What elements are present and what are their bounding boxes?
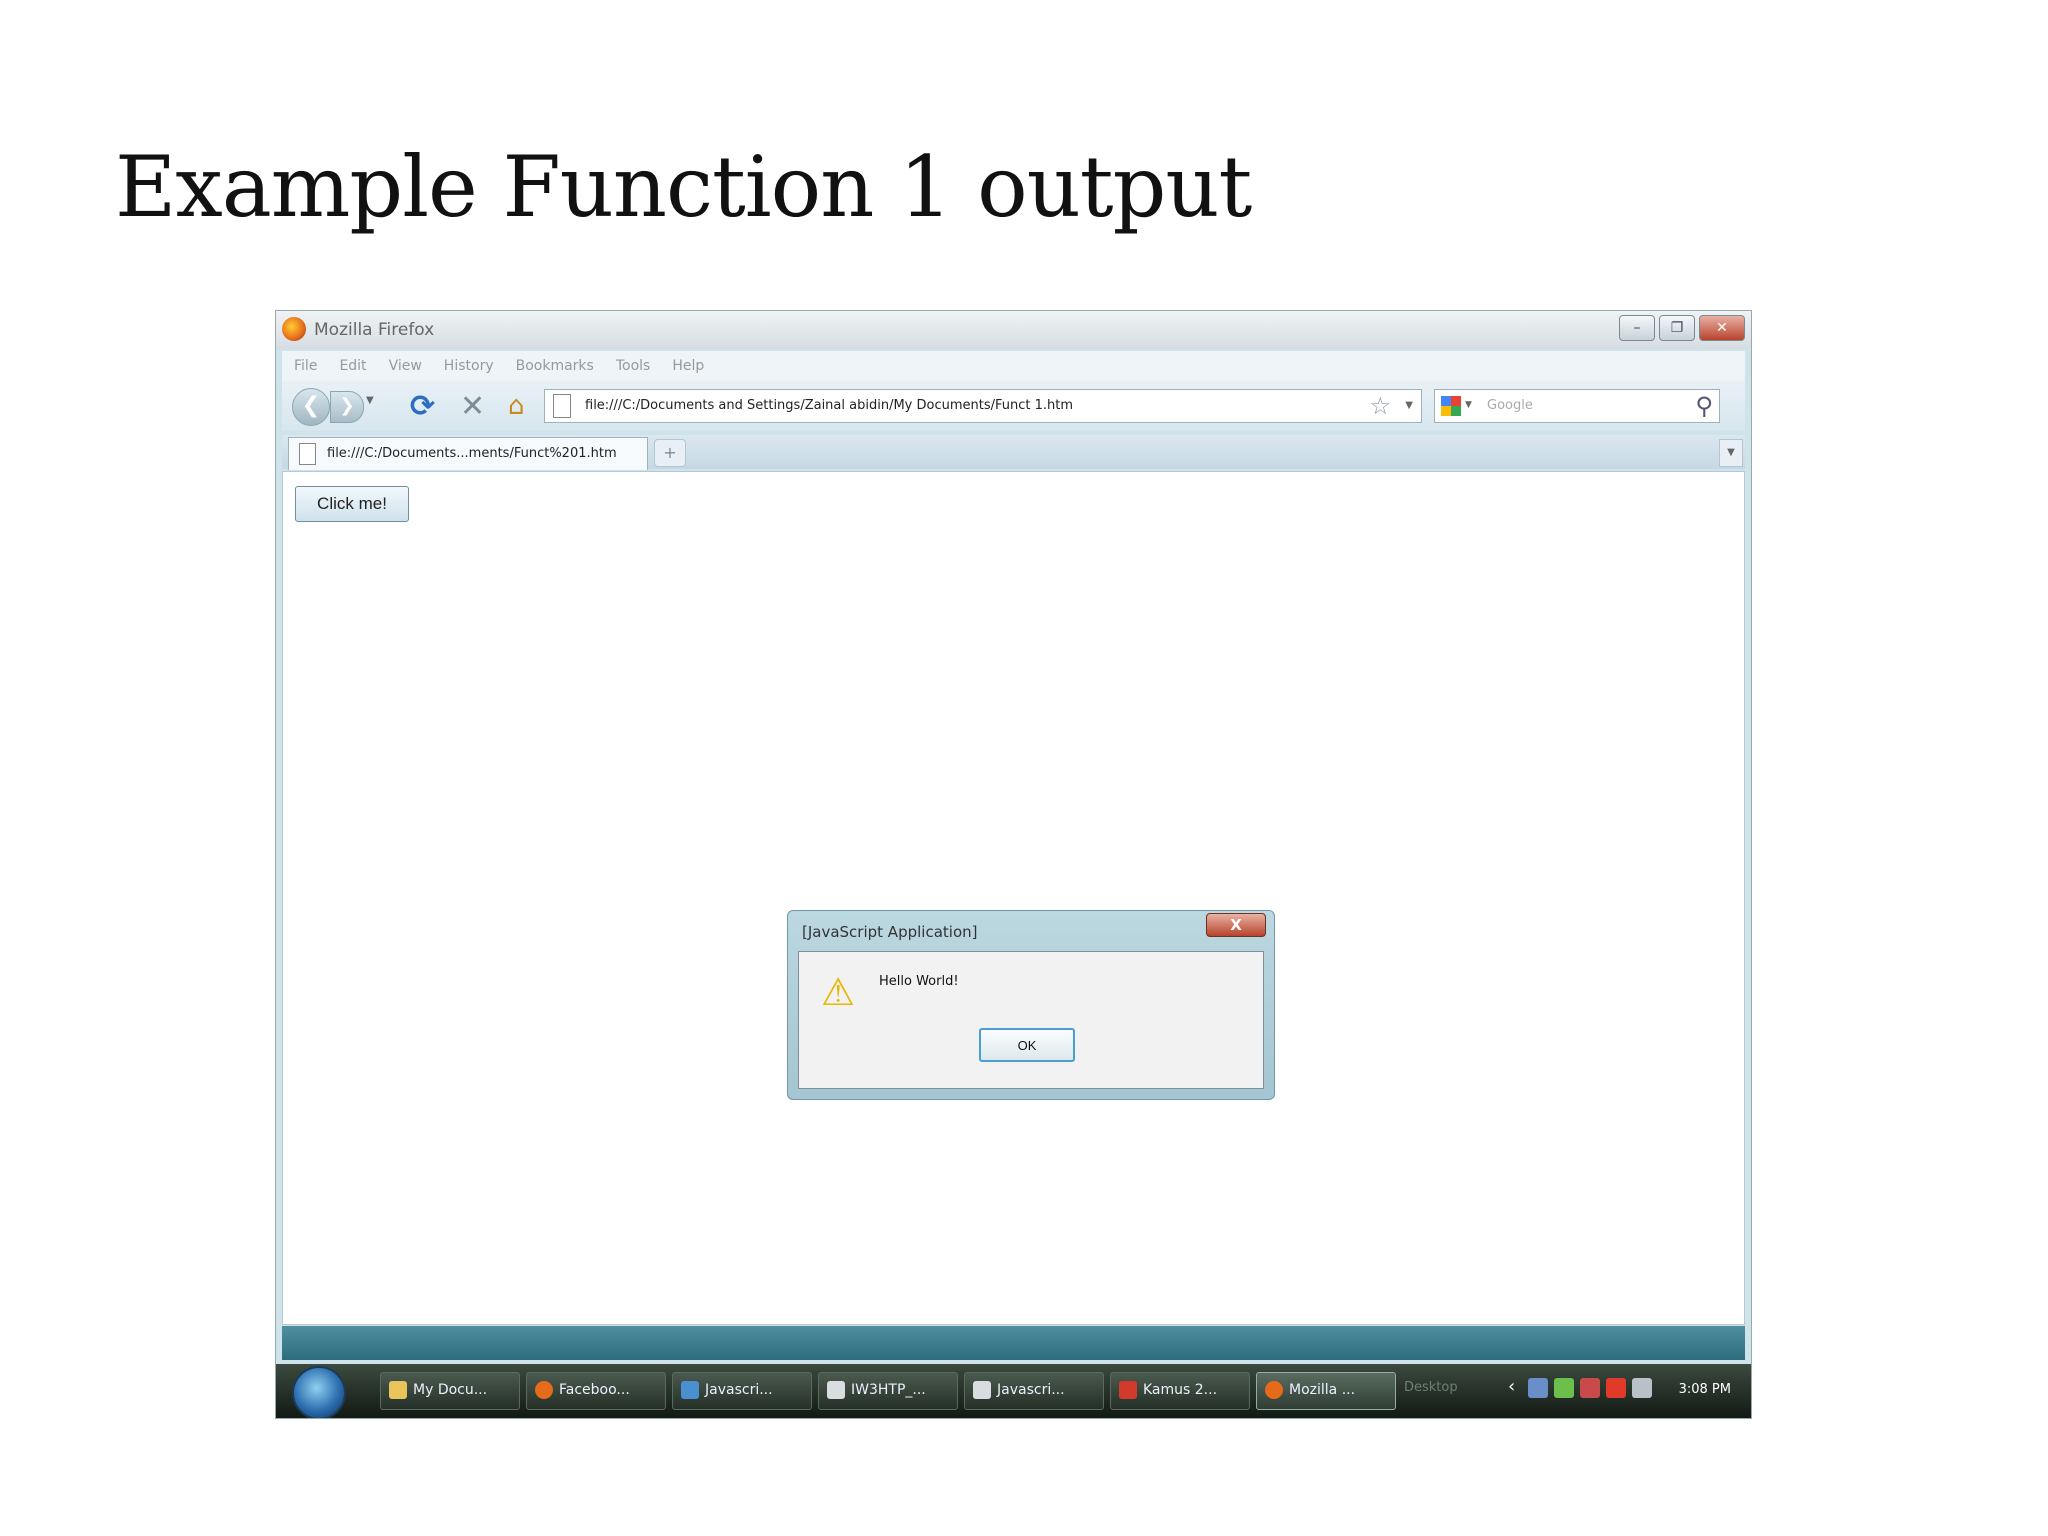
system-tray	[1528, 1378, 1652, 1398]
slide-title: Example Function 1 output	[115, 138, 1252, 236]
dialog-close-button[interactable]: X	[1206, 913, 1266, 937]
alert-dialog: [JavaScript Application] X ⚠ Hello World…	[787, 910, 1275, 1100]
page-icon	[299, 443, 316, 465]
url-text[interactable]: file:///C:/Documents and Settings/Zainal…	[585, 398, 1073, 413]
search-engine-dropdown-icon[interactable]: ▼	[1465, 400, 1472, 410]
window-controls: – ❐ ✕	[1619, 315, 1745, 341]
volume-icon[interactable]	[1632, 1378, 1652, 1398]
menu-view[interactable]: View	[389, 358, 422, 374]
security-icon[interactable]	[1580, 1378, 1600, 1398]
tab-list-dropdown-icon[interactable]: ▼	[1719, 439, 1743, 467]
taskbar: My Docu... Faceboo... Javascri... IW3HTP…	[276, 1364, 1751, 1418]
dialog-title: [JavaScript Application]	[802, 923, 978, 941]
url-dropdown-icon[interactable]: ▼	[1405, 400, 1413, 411]
menu-tools[interactable]: Tools	[616, 358, 651, 374]
search-placeholder[interactable]: Google	[1487, 398, 1533, 413]
back-icon[interactable]: ❮	[292, 388, 330, 426]
taskbar-item-javascript-2[interactable]: Javascri...	[964, 1372, 1104, 1410]
stop-icon[interactable]: ✕	[460, 389, 485, 424]
tray-chevron-icon[interactable]: ‹	[1508, 1376, 1515, 1397]
taskbar-item-my-documents[interactable]: My Docu...	[380, 1372, 520, 1410]
menu-help[interactable]: Help	[672, 358, 704, 374]
menu-bookmarks[interactable]: Bookmarks	[516, 358, 594, 374]
menubar: File Edit View History Bookmarks Tools H…	[282, 351, 1745, 381]
window-close-button[interactable]: ✕	[1699, 315, 1745, 341]
antivirus-icon[interactable]	[1606, 1378, 1626, 1398]
dialog-body: ⚠ Hello World! OK	[798, 951, 1264, 1089]
taskbar-clock: 3:08 PM	[1678, 1382, 1731, 1397]
restore-button[interactable]: ❐	[1659, 315, 1695, 341]
tab-bar: file:///C:/Documents...ments/Funct%201.h…	[282, 435, 1745, 470]
reload-icon[interactable]: ⟳	[410, 389, 435, 424]
search-bar[interactable]: ▼ Google ⚲	[1434, 389, 1720, 423]
tab-funct1[interactable]: file:///C:/Documents...ments/Funct%201.h…	[288, 437, 648, 470]
update-icon[interactable]	[1554, 1378, 1574, 1398]
home-icon[interactable]: ⌂	[508, 391, 525, 421]
tab-label: file:///C:/Documents...ments/Funct%201.h…	[327, 446, 617, 461]
page-icon	[553, 394, 571, 418]
presentation-icon	[973, 1381, 991, 1399]
dialog-message: Hello World!	[879, 974, 959, 989]
start-orb-icon[interactable]	[292, 1366, 346, 1418]
taskbar-item-kamus[interactable]: Kamus 2...	[1110, 1372, 1250, 1410]
network-icon[interactable]	[1528, 1378, 1548, 1398]
menu-edit[interactable]: Edit	[339, 358, 366, 374]
navigation-toolbar: ❮ ❯ ▼ ⟳ ✕ ⌂ file:///C:/Documents and Set…	[282, 381, 1745, 431]
window-titlebar: Mozilla Firefox – ❐ ✕	[276, 311, 1751, 349]
minimize-button[interactable]: –	[1619, 315, 1655, 341]
desktop-toolbar-label[interactable]: Desktop	[1404, 1380, 1458, 1395]
forward-icon[interactable]: ❯	[330, 391, 364, 423]
taskbar-item-facebook[interactable]: Faceboo...	[526, 1372, 666, 1410]
taskbar-item-mozilla[interactable]: Mozilla ...	[1256, 1372, 1396, 1410]
taskbar-item-iw3htp[interactable]: IW3HTP_...	[818, 1372, 958, 1410]
star-icon[interactable]: ☆	[1369, 392, 1391, 420]
firefox-icon	[1265, 1381, 1283, 1399]
dictionary-icon	[1119, 1381, 1137, 1399]
warning-icon: ⚠	[821, 970, 856, 1014]
folder-icon	[389, 1381, 407, 1399]
browser-screenshot: Mozilla Firefox – ❐ ✕ File Edit View His…	[275, 310, 1752, 1419]
firefox-icon	[282, 317, 306, 341]
page-content: Click me! [JavaScript Application] X ⚠ H…	[282, 471, 1745, 1325]
url-bar[interactable]: file:///C:/Documents and Settings/Zainal…	[544, 389, 1422, 423]
status-bar	[282, 1326, 1745, 1360]
ok-button[interactable]: OK	[979, 1028, 1075, 1062]
new-tab-button[interactable]: +	[654, 439, 686, 467]
taskbar-item-javascript-1[interactable]: Javascri...	[672, 1372, 812, 1410]
menu-history[interactable]: History	[444, 358, 494, 374]
google-icon[interactable]	[1441, 396, 1461, 416]
history-dropdown-icon[interactable]: ▼	[366, 395, 374, 406]
document-icon	[681, 1381, 699, 1399]
firefox-icon	[535, 1381, 553, 1399]
click-me-button[interactable]: Click me!	[295, 486, 409, 522]
window-title: Mozilla Firefox	[314, 320, 435, 340]
menu-file[interactable]: File	[294, 358, 317, 374]
magnifier-icon[interactable]: ⚲	[1695, 392, 1713, 420]
presentation-icon	[827, 1381, 845, 1399]
